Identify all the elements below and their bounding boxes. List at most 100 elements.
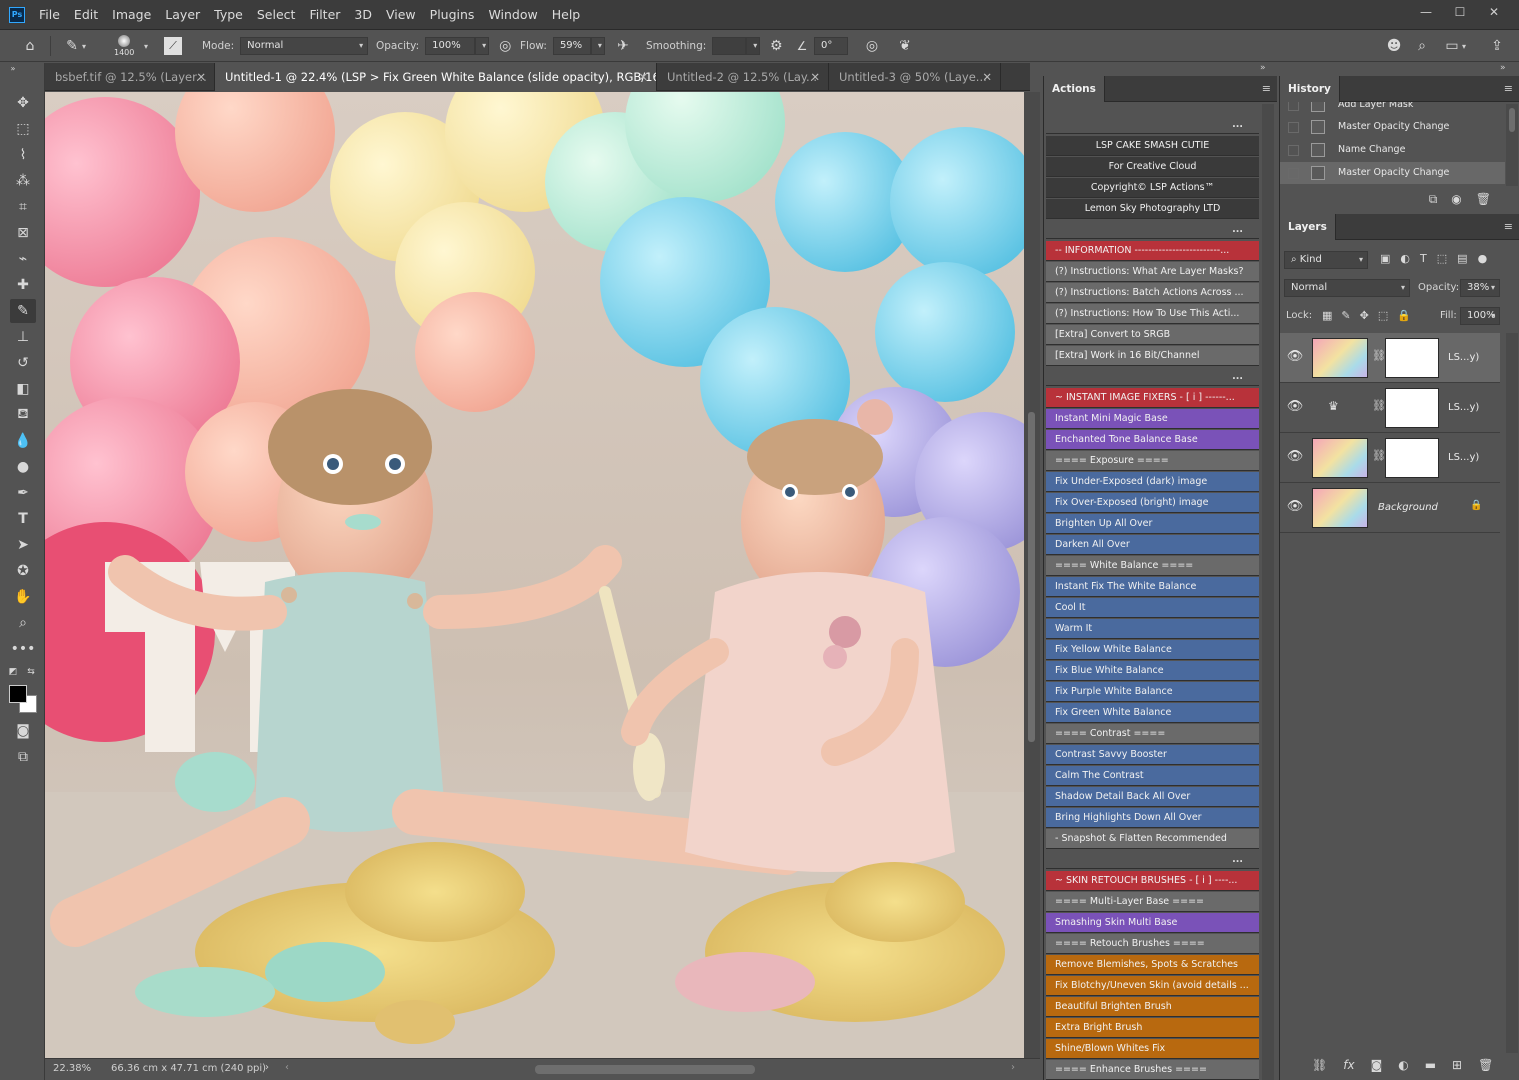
layer-opacity-input[interactable]: 38% ▾ — [1460, 279, 1500, 297]
close-icon[interactable]: ✕ — [982, 63, 992, 91]
home-icon[interactable]: ⌂ — [20, 36, 40, 56]
scroll-thumb[interactable] — [1028, 412, 1035, 742]
history-snapshot-checkbox[interactable] — [1288, 168, 1299, 179]
action-item[interactable]: Beautiful Brighten Brush — [1046, 997, 1259, 1017]
action-item[interactable]: Fix Blue White Balance — [1046, 661, 1259, 681]
default-colors-icon[interactable]: ◩ — [6, 665, 20, 679]
brush-tool-icon[interactable]: ✎ — [10, 299, 36, 323]
brush-settings-icon[interactable]: ⟋ — [164, 37, 182, 55]
action-item[interactable]: -- INFORMATION -------------------------… — [1046, 241, 1259, 261]
tab-document[interactable]: bsbef.tif @ 12.5% (Layer... ✕ — [45, 63, 215, 91]
marquee-tool-icon[interactable]: ⬚ — [10, 117, 36, 141]
lock-all-icon[interactable]: 🔒 — [1397, 309, 1411, 322]
filter-kind-select[interactable]: ⌕ Kind ▾ — [1284, 251, 1368, 269]
menu-image[interactable]: Image — [105, 0, 158, 30]
history-snapshot-checkbox[interactable] — [1288, 122, 1299, 133]
zoom-level[interactable]: 22.38% — [53, 1063, 91, 1074]
history-item[interactable]: Master Opacity Change — [1280, 116, 1505, 138]
action-item[interactable]: ==== Enhance Brushes ==== — [1046, 1060, 1259, 1080]
action-item[interactable]: ==== Retouch Brushes ==== — [1046, 934, 1259, 954]
layer-mask-thumbnail[interactable] — [1385, 388, 1439, 428]
history-snapshot-checkbox[interactable] — [1288, 145, 1299, 156]
menu-layer[interactable]: Layer — [158, 0, 207, 30]
flow-slider-toggle[interactable]: ▾ — [590, 37, 605, 55]
history-brush-tool-icon[interactable]: ↺ — [10, 351, 36, 375]
lock-pixels-icon[interactable]: ✎ — [1341, 309, 1350, 322]
path-selection-tool-icon[interactable]: ➤ — [10, 533, 36, 557]
pressure-opacity-icon[interactable]: ◎ — [495, 36, 515, 56]
lock-artboard-icon[interactable]: ⬚ — [1378, 309, 1388, 322]
lock-position-icon[interactable]: ✥ — [1360, 309, 1369, 322]
filter-pixel-icon[interactable]: ▣ — [1380, 252, 1390, 265]
action-item[interactable]: Fix Green White Balance — [1046, 703, 1259, 723]
history-scrollbar[interactable] — [1506, 104, 1518, 186]
action-set-separator[interactable]: ... — [1046, 220, 1259, 239]
brush-preview-icon[interactable] — [118, 35, 131, 47]
opacity-slider-toggle[interactable]: ▾ — [475, 37, 490, 55]
history-snapshot-checkbox[interactable] — [1288, 102, 1299, 111]
action-item[interactable]: ~ INSTANT IMAGE FIXERS - [ i ] ------... — [1046, 388, 1259, 408]
panel-menu-icon[interactable]: ≡ — [1504, 220, 1513, 233]
healing-brush-tool-icon[interactable]: ✚ — [10, 273, 36, 297]
paint-bucket-tool-icon[interactable]: ⛾ — [10, 403, 36, 427]
menu-edit[interactable]: Edit — [67, 0, 105, 30]
panel-menu-icon[interactable]: ≡ — [1504, 82, 1513, 95]
action-item[interactable]: Fix Purple White Balance — [1046, 682, 1259, 702]
layer-row[interactable]: 👁 ⛓ LS...y) — [1280, 433, 1500, 483]
brush-angle-input[interactable]: 0° — [814, 37, 848, 55]
frame-tool-icon[interactable]: ⊠ — [10, 221, 36, 245]
opacity-input[interactable]: 100% — [425, 37, 476, 55]
menu-window[interactable]: Window — [481, 0, 544, 30]
menu-file[interactable]: File — [32, 0, 67, 30]
eye-icon[interactable]: 👁 — [1286, 349, 1304, 367]
link-layers-icon[interactable]: ⛓ — [1312, 1058, 1327, 1072]
action-item[interactable]: Fix Under-Exposed (dark) image — [1046, 472, 1259, 492]
action-item[interactable]: Lemon Sky Photography LTD — [1046, 199, 1259, 219]
search-icon[interactable]: ⌕ — [1412, 36, 1432, 56]
layer-mask-thumbnail[interactable] — [1385, 338, 1439, 378]
quick-selection-tool-icon[interactable]: ⁂ — [10, 169, 36, 193]
menu-select[interactable]: Select — [250, 0, 303, 30]
action-item[interactable]: Darken All Over — [1046, 535, 1259, 555]
filter-shape-icon[interactable]: ⬚ — [1437, 252, 1447, 265]
filter-type-icon[interactable]: T — [1420, 252, 1427, 265]
action-item[interactable]: Fix Blotchy/Uneven Skin (avoid details .… — [1046, 976, 1259, 996]
action-item[interactable]: Fix Over-Exposed (bright) image — [1046, 493, 1259, 513]
fill-input[interactable]: 100% ▾ — [1460, 307, 1500, 325]
filter-toggle-icon[interactable]: ● — [1478, 252, 1488, 265]
action-item[interactable]: Copyright© LSP Actions™ — [1046, 178, 1259, 198]
action-item[interactable]: Extra Bright Brush — [1046, 1018, 1259, 1038]
hscroll-left-icon[interactable]: ‹ — [285, 1062, 289, 1073]
brush-tool-preset-icon[interactable]: ✎ — [62, 36, 82, 56]
collapse-panels-icon[interactable]: » — [1500, 63, 1506, 73]
action-set-separator[interactable]: ... — [1046, 367, 1259, 386]
tab-layers[interactable]: Layers — [1280, 214, 1336, 240]
blur-tool-icon[interactable]: 💧 — [10, 429, 36, 453]
new-layer-icon[interactable]: ⊞ — [1452, 1058, 1462, 1072]
panel-menu-icon[interactable]: ≡ — [1262, 82, 1271, 95]
layer-row-background[interactable]: 👁 Background 🔒 — [1280, 483, 1500, 533]
filter-smart-object-icon[interactable]: ▤ — [1457, 252, 1467, 265]
action-item[interactable]: [Extra] Work in 16 Bit/Channel — [1046, 346, 1259, 366]
action-item[interactable]: Instant Mini Magic Base — [1046, 409, 1259, 429]
filter-adjustment-icon[interactable]: ◐ — [1400, 252, 1410, 265]
workspace-icon[interactable]: ▭ — [1442, 36, 1462, 56]
action-item[interactable]: Shine/Blown Whites Fix — [1046, 1039, 1259, 1059]
flow-input[interactable]: 59% — [552, 37, 591, 55]
camera-icon[interactable]: ◉ — [1451, 192, 1461, 207]
action-item[interactable]: Cool It — [1046, 598, 1259, 618]
lock-transparent-icon[interactable]: ▦ — [1322, 309, 1332, 322]
menu-view[interactable]: View — [379, 0, 423, 30]
action-item[interactable]: Warm It — [1046, 619, 1259, 639]
layers-scrollbar[interactable] — [1506, 333, 1518, 1053]
swap-colors-icon[interactable]: ⇆ — [24, 665, 38, 679]
history-item-current[interactable]: Master Opacity Change — [1280, 162, 1505, 184]
canvas-vertical-scrollbar[interactable] — [1024, 92, 1040, 1058]
layer-row[interactable]: 👁 ♛ ⛓ LS...y) — [1280, 383, 1500, 433]
action-item[interactable]: ==== Exposure ==== — [1046, 451, 1259, 471]
pen-tool-icon[interactable]: ✒ — [10, 481, 36, 505]
document-size[interactable]: 66.36 cm x 47.71 cm (240 ppi) — [111, 1063, 266, 1074]
collapse-panels-icon[interactable]: » — [1260, 63, 1266, 73]
action-item[interactable]: Instant Fix The White Balance — [1046, 577, 1259, 597]
eyedropper-tool-icon[interactable]: ⌁ — [10, 247, 36, 271]
